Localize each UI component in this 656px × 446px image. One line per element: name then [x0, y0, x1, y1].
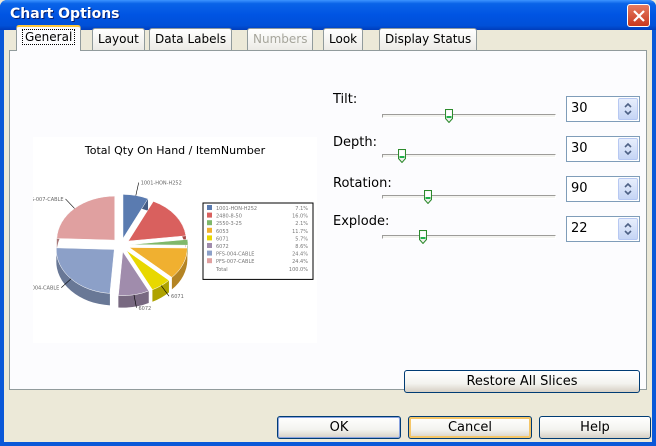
tilt-value[interactable]: 30 [571, 101, 588, 116]
tab-general-label: General [22, 29, 76, 45]
tab-numbers-label: Numbers [253, 32, 308, 46]
legend-label: PFS-007-CABLE [216, 259, 254, 265]
title-bar[interactable]: Chart Options [0, 0, 656, 30]
restore-all-slices-button[interactable]: Restore All Slices [404, 370, 640, 393]
pie-slice [56, 247, 115, 294]
legend-value: 8.6% [295, 244, 308, 250]
depth-spinbox[interactable]: 30 [566, 136, 640, 162]
tab-look-label: Look [329, 32, 358, 46]
rotation-spinbox[interactable]: 90 [566, 176, 640, 202]
legend-value: 2.1% [295, 221, 308, 227]
callout-line [135, 182, 139, 196]
legend-label: 2550-3-25 [216, 221, 242, 227]
legend-label: 6053 [216, 229, 229, 235]
callout-label: PFS-004-CABLE [33, 286, 59, 292]
legend-swatch [207, 250, 212, 256]
legend-value: 11.7% [292, 229, 308, 235]
legend-label: 6072 [216, 244, 229, 250]
window-title: Chart Options [10, 6, 120, 22]
legend-swatch [207, 205, 212, 210]
pie-slice [56, 195, 116, 241]
tab-layout-label: Layout [98, 32, 139, 46]
tab-numbers: Numbers [247, 28, 314, 50]
callout-label: PFS-007-CABLE [33, 197, 64, 203]
legend-label: 1001-HON-H252 [216, 206, 257, 212]
tilt-label: Tilt: [333, 92, 358, 107]
legend-value: 24.4% [292, 252, 308, 258]
tab-data-labels[interactable]: Data Labels [149, 28, 233, 50]
explode-value[interactable]: 22 [571, 221, 588, 236]
spin-arrows-icon [624, 102, 632, 116]
tilt-slider[interactable] [382, 114, 556, 118]
spin-arrows-icon [624, 182, 632, 196]
help-button[interactable]: Help [539, 416, 651, 439]
callout-label: 6072 [138, 306, 151, 312]
close-button[interactable] [627, 4, 650, 27]
rotation-slider[interactable] [382, 195, 556, 199]
spin-arrows-icon [624, 142, 632, 156]
legend-total-value: 100.0% [289, 267, 308, 273]
callout-label: 6071 [171, 294, 184, 300]
explode-label: Explode: [333, 214, 390, 229]
explode-spin-buttons[interactable] [618, 218, 638, 240]
legend-swatch [207, 258, 212, 264]
tab-general[interactable]: General [16, 25, 82, 51]
depth-label: Depth: [333, 135, 377, 150]
tab-look[interactable]: Look [323, 28, 364, 50]
legend-value: 16.0% [292, 214, 308, 220]
legend-swatch [207, 243, 212, 248]
legend-total-label: Total [215, 267, 228, 273]
spin-arrows-icon [624, 222, 632, 236]
cancel-button[interactable]: Cancel [408, 416, 532, 439]
ok-button[interactable]: OK [277, 416, 401, 439]
callout-line [65, 198, 75, 209]
explode-spinbox[interactable]: 22 [566, 216, 640, 242]
depth-slider-thumb[interactable] [398, 149, 406, 164]
close-icon [633, 10, 645, 22]
rotation-spin-buttons[interactable] [618, 178, 638, 200]
legend-label: 6071 [216, 236, 229, 242]
tilt-slider-thumb[interactable] [445, 109, 453, 124]
legend-label: 2480-8-50 [216, 214, 242, 220]
callout-label: 1001-HON-H252 [141, 181, 182, 187]
tab-layout[interactable]: Layout [92, 28, 145, 50]
tab-display-status-label: Display Status [385, 32, 472, 46]
legend-value: 24.4% [292, 259, 308, 265]
legend-swatch [207, 235, 212, 241]
pie-chart: Total Qty On Hand / ItemNumber 1001-HON-… [21, 144, 314, 312]
legend-swatch [207, 212, 212, 218]
depth-slider[interactable] [382, 154, 556, 158]
legend-swatch [207, 227, 212, 233]
legend-value: 5.7% [295, 236, 308, 242]
depth-value[interactable]: 30 [571, 141, 588, 156]
tilt-spin-buttons[interactable] [618, 98, 638, 120]
legend-value: 7.1% [295, 206, 308, 212]
rotation-value[interactable]: 90 [571, 181, 588, 196]
rotation-slider-thumb[interactable] [424, 190, 432, 205]
legend-swatch [207, 220, 212, 226]
depth-spin-buttons[interactable] [618, 138, 638, 160]
explode-slider-thumb[interactable] [419, 230, 427, 245]
chart-title: Total Qty On Hand / ItemNumber [84, 144, 266, 157]
tab-data-labels-label: Data Labels [155, 32, 227, 46]
chart-preview: Total Qty On Hand / ItemNumber 1001-HON-… [21, 137, 317, 343]
explode-slider[interactable] [382, 235, 556, 239]
tab-display-status[interactable]: Display Status [379, 28, 478, 50]
tilt-spinbox[interactable]: 30 [566, 96, 640, 122]
legend-label: PFS-004-CABLE [216, 252, 254, 258]
rotation-label: Rotation: [333, 176, 392, 191]
